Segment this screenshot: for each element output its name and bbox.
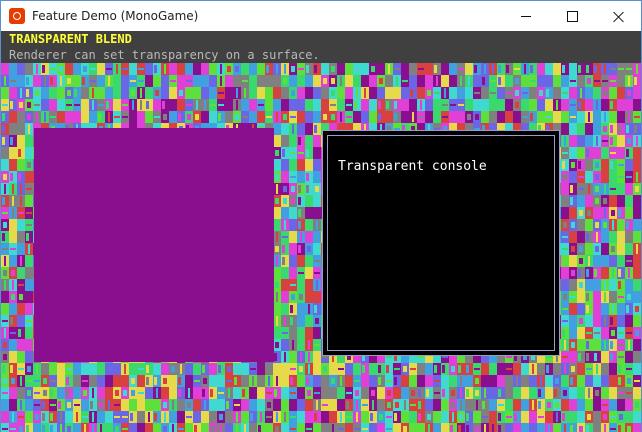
title-bar[interactable]: Feature Demo (MonoGame): [1, 1, 641, 31]
game-viewport[interactable]: TRANSPARENT BLEND Renderer can set trans…: [1, 31, 641, 432]
close-button[interactable]: [595, 1, 641, 31]
maximize-button[interactable]: [549, 1, 595, 31]
purple-surface: [34, 128, 274, 362]
minimize-icon: [521, 16, 531, 17]
demo-title: TRANSPARENT BLEND: [9, 32, 132, 46]
window-title: Feature Demo (MonoGame): [32, 9, 199, 23]
demo-header: TRANSPARENT BLEND Renderer can set trans…: [1, 31, 641, 63]
app-window: Feature Demo (MonoGame) TRANSPARENT BLEN…: [0, 0, 642, 432]
monogame-app-icon: [9, 8, 25, 24]
close-icon: [613, 11, 624, 22]
demo-subtitle: Renderer can set transparency on a surfa…: [9, 48, 320, 62]
transparent-console: Transparent console: [322, 130, 560, 356]
console-text: Transparent console: [338, 159, 487, 174]
minimize-button[interactable]: [503, 1, 549, 31]
maximize-icon: [566, 11, 578, 22]
